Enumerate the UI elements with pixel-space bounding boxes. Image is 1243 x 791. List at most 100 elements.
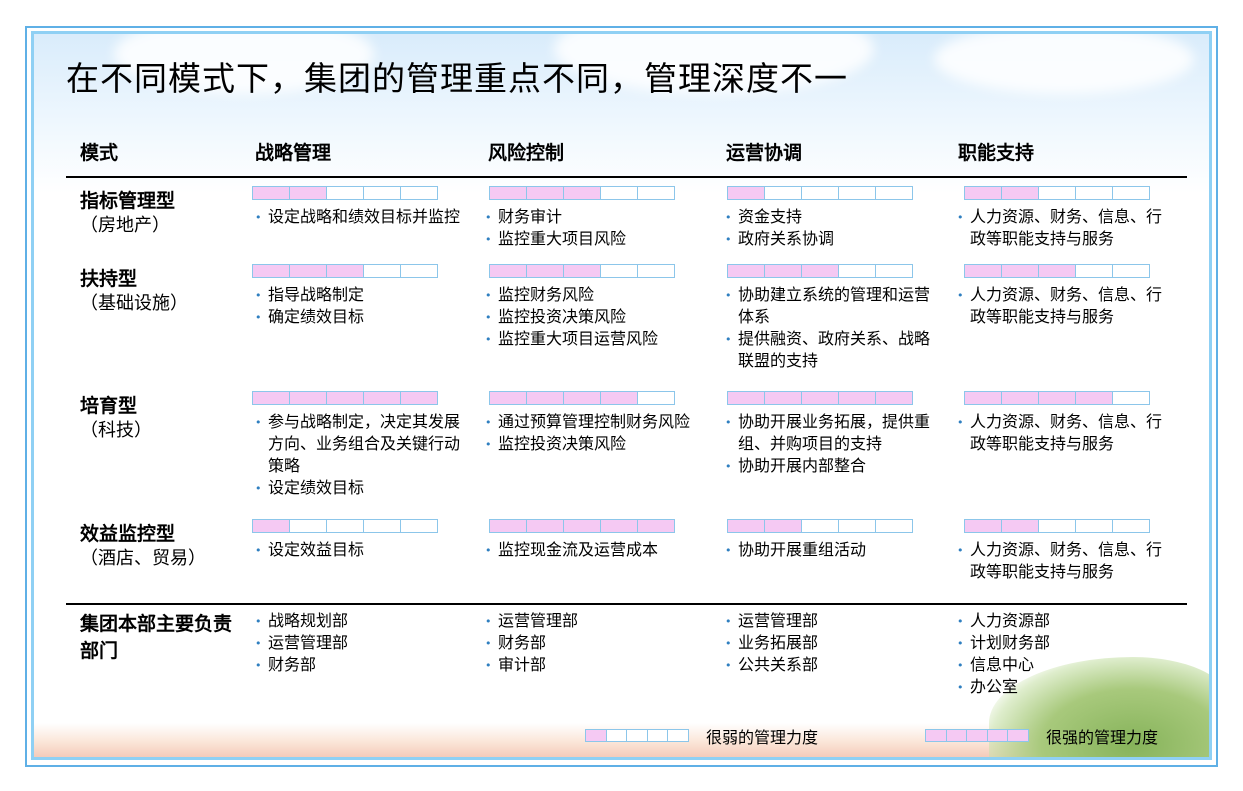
strength-bar bbox=[489, 186, 675, 200]
support-bullets: 人力资源、财务、信息、行政等职能支持与服务 bbox=[956, 206, 1166, 250]
support-departments: 人力资源部计划财务部信息中心办公室 bbox=[956, 610, 1166, 699]
bullet-item: 信息中心 bbox=[956, 654, 1166, 677]
mode-example: （房地产） bbox=[80, 215, 170, 236]
strength-segment bbox=[601, 187, 638, 199]
bullet-item: 提供融资、政府关系、战略联盟的支持 bbox=[724, 328, 934, 372]
strategy-bullets: 参与战略制定，决定其发展方向、业务组合及关键行动策略设定绩效目标 bbox=[254, 411, 464, 500]
strength-segment bbox=[638, 520, 674, 532]
table-divider-rule bbox=[66, 603, 1187, 605]
strength-segment bbox=[290, 265, 327, 277]
strength-segment bbox=[290, 520, 327, 532]
strength-segment bbox=[1076, 265, 1113, 277]
strength-segment bbox=[647, 730, 669, 741]
bullet-item: 参与战略制定，决定其发展方向、业务组合及关键行动策略 bbox=[254, 411, 464, 477]
strength-segment bbox=[1039, 392, 1076, 404]
strength-segment bbox=[601, 265, 638, 277]
strength-segment bbox=[926, 730, 947, 741]
risk-bullets: 监控现金流及运营成本 bbox=[484, 539, 694, 562]
strength-segment bbox=[1039, 520, 1076, 532]
strength-segment bbox=[728, 187, 765, 199]
bullet-item: 人力资源、财务、信息、行政等职能支持与服务 bbox=[956, 539, 1166, 583]
strength-bar bbox=[727, 186, 913, 200]
strength-bar bbox=[489, 264, 675, 278]
strength-segment bbox=[965, 187, 1002, 199]
strength-segment bbox=[253, 187, 290, 199]
strength-segment bbox=[327, 265, 364, 277]
bullet-item: 业务拓展部 bbox=[724, 632, 934, 655]
strength-segment bbox=[967, 730, 988, 741]
strength-segment bbox=[290, 392, 327, 404]
strength-segment bbox=[527, 265, 564, 277]
strength-segment bbox=[490, 392, 527, 404]
strength-segment bbox=[728, 392, 765, 404]
bullet-item: 协助建立系统的管理和运营体系 bbox=[724, 284, 934, 328]
strength-segment bbox=[1002, 520, 1039, 532]
bullet-item: 办公室 bbox=[956, 676, 1166, 699]
strength-segment bbox=[364, 392, 401, 404]
strength-segment bbox=[364, 520, 401, 532]
strength-segment bbox=[668, 730, 688, 741]
bullet-item: 监控投资决策风险 bbox=[484, 433, 694, 456]
strength-segment bbox=[1113, 392, 1149, 404]
bullet-item: 协助开展内部整合 bbox=[724, 455, 934, 478]
strength-segment bbox=[627, 730, 648, 741]
strength-segment bbox=[965, 265, 1002, 277]
operation-departments: 运营管理部业务拓展部公共关系部 bbox=[724, 610, 934, 677]
bullet-item: 监控投资决策风险 bbox=[484, 306, 694, 329]
strength-segment bbox=[253, 265, 290, 277]
bullet-item: 协助开展重组活动 bbox=[724, 539, 934, 562]
strength-segment bbox=[601, 392, 638, 404]
mode-name: 培育型 bbox=[80, 395, 138, 417]
strength-segment bbox=[606, 730, 628, 741]
strength-bar bbox=[252, 391, 438, 405]
bullet-item: 设定绩效目标 bbox=[254, 477, 464, 500]
strength-segment bbox=[638, 392, 674, 404]
strength-segment bbox=[401, 520, 437, 532]
strength-segment bbox=[839, 392, 876, 404]
strength-segment bbox=[564, 392, 601, 404]
strength-bar bbox=[727, 519, 913, 533]
strength-segment bbox=[1039, 265, 1076, 277]
bullet-item: 监控重大项目风险 bbox=[484, 228, 694, 251]
header-risk: 风险控制 bbox=[488, 142, 565, 164]
support-bullets: 人力资源、财务、信息、行政等职能支持与服务 bbox=[956, 284, 1166, 328]
strength-bar bbox=[252, 264, 438, 278]
strength-segment bbox=[1076, 520, 1113, 532]
bullet-item: 人力资源、财务、信息、行政等职能支持与服务 bbox=[956, 284, 1166, 328]
strength-segment bbox=[401, 265, 437, 277]
strength-segment bbox=[253, 520, 290, 532]
strength-segment bbox=[1008, 730, 1028, 741]
strategy-departments: 战略规划部运营管理部财务部 bbox=[254, 610, 464, 677]
mode-name: 扶持型 bbox=[80, 268, 138, 290]
strength-segment bbox=[364, 265, 401, 277]
header-strategy: 战略管理 bbox=[255, 142, 332, 164]
strategy-bullets: 设定效益目标 bbox=[254, 539, 464, 562]
operation-bullets: 协助建立系统的管理和运营体系提供融资、政府关系、战略联盟的支持 bbox=[724, 284, 934, 372]
strength-segment bbox=[527, 520, 564, 532]
strength-segment bbox=[946, 730, 968, 741]
strength-segment bbox=[802, 187, 839, 199]
strength-segment bbox=[839, 265, 876, 277]
header-mode: 模式 bbox=[80, 142, 119, 164]
strength-bar bbox=[727, 391, 913, 405]
cloud-decoration bbox=[934, 34, 1194, 94]
bullet-item: 设定效益目标 bbox=[254, 539, 464, 562]
strength-segment bbox=[765, 187, 802, 199]
mode-example: （科技） bbox=[80, 420, 152, 441]
bullet-item: 运营管理部 bbox=[484, 610, 694, 633]
strength-segment bbox=[1002, 392, 1039, 404]
operation-bullets: 协助开展重组活动 bbox=[724, 539, 934, 562]
bullet-item: 指导战略制定 bbox=[254, 284, 464, 307]
risk-bullets: 通过预算管理控制财务风险监控投资决策风险 bbox=[484, 411, 694, 456]
strength-bar bbox=[964, 186, 1150, 200]
bullet-item: 战略规划部 bbox=[254, 610, 464, 633]
strength-segment bbox=[1002, 187, 1039, 199]
legend-strong-label: 很强的管理力度 bbox=[1046, 728, 1159, 747]
bullet-item: 计划财务部 bbox=[956, 632, 1166, 655]
legend-weak-bar bbox=[585, 729, 689, 742]
strength-bar bbox=[489, 519, 675, 533]
strength-segment bbox=[401, 187, 437, 199]
bullet-item: 设定战略和绩效目标并监控 bbox=[254, 206, 464, 229]
strength-segment bbox=[1113, 520, 1149, 532]
strength-segment bbox=[765, 520, 802, 532]
